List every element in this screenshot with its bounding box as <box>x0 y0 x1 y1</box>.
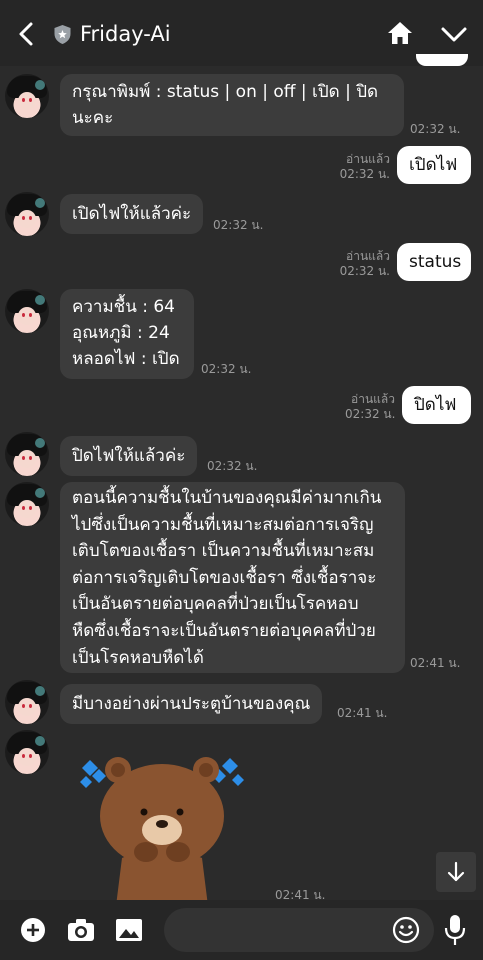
read-receipt: อ่านแล้ว 02:32 น. <box>339 152 390 181</box>
message-line: นะคะ <box>72 108 114 128</box>
outgoing-message[interactable]: ปิดไฟ <box>402 386 471 424</box>
read-receipt: อ่านแล้ว 02:32 น. <box>345 392 396 421</box>
chevron-down-icon[interactable] <box>438 20 470 48</box>
message-time: 02:32 น. <box>201 362 252 376</box>
shield-star-icon <box>54 25 71 44</box>
previous-outgoing-bubble <box>416 54 468 66</box>
bot-avatar[interactable] <box>5 680 49 724</box>
message-time: 02:32 น. <box>213 218 264 232</box>
chat-area[interactable]: กรุณาพิมพ์ : status | on | off | เปิด | … <box>0 66 483 900</box>
outgoing-message[interactable]: เปิดไฟ <box>397 146 471 184</box>
scroll-down-button[interactable] <box>436 852 476 892</box>
outgoing-message[interactable]: status <box>397 243 471 281</box>
image-icon[interactable] <box>115 918 143 942</box>
incoming-message[interactable]: ปิดไฟให้แล้วค่ะ <box>60 436 198 476</box>
arrow-down-icon <box>447 861 465 882</box>
message-time: 02:41 น. <box>275 888 326 900</box>
home-icon[interactable] <box>386 18 414 48</box>
message-line: เติบโตของเชื้อรา เป็นความชื้นที่เหมาะสม <box>72 541 375 562</box>
bot-avatar[interactable] <box>5 74 49 118</box>
message-time: 02:32 น. <box>207 459 258 473</box>
message-line: เป็นอันตรายต่อบุคคลที่ป่วยเป็นโรคหอบ <box>72 594 359 615</box>
message-time: 02:41 น. <box>410 656 461 670</box>
message-line: ไปซึ่งเป็นความชื้นที่เหมาะสมต่อการเจริญ <box>72 514 374 535</box>
bot-avatar[interactable] <box>5 289 49 333</box>
message-time: 02:41 น. <box>337 706 388 720</box>
incoming-message[interactable]: กรุณาพิมพ์ : status | on | off | เปิด | … <box>60 74 404 136</box>
message-line: กรุณาพิมพ์ : status | on | off | เปิด | … <box>72 82 379 102</box>
message-line: ตอนนี้ความชื้นในบ้านของคุณมีค่ามากเกิน <box>72 488 382 508</box>
read-receipt: อ่านแล้ว 02:32 น. <box>339 249 390 278</box>
back-arrow-icon[interactable] <box>12 18 40 50</box>
incoming-message[interactable]: มีบางอย่างผ่านประตูบ้านของคุณ <box>60 684 323 724</box>
bot-avatar[interactable] <box>5 482 49 526</box>
incoming-message[interactable]: ความชื้น : 64 อุณหภูมิ : 24 หลอดไฟ : เปิ… <box>60 289 194 379</box>
bot-avatar[interactable] <box>5 192 49 236</box>
message-line: ต่อการเจริญเติบโตของเชื้อรา ซึ่งเชื้อราจ… <box>72 567 377 588</box>
message-line: เปิดไฟให้แล้วค่ะ <box>72 204 192 224</box>
message-line: ปิดไฟให้แล้วค่ะ <box>72 446 186 466</box>
plus-icon[interactable] <box>20 917 46 943</box>
emoji-icon[interactable] <box>392 916 420 944</box>
message-line: หืดซึ่งเชื้อราจะเป็นอันตรายต่อบุคคลที่ป่… <box>72 620 376 641</box>
bot-avatar[interactable] <box>5 730 49 774</box>
chat-title: Friday-Ai <box>80 22 171 46</box>
message-line: ความชื้น : 64 <box>72 297 175 317</box>
incoming-message[interactable]: ตอนนี้ความชื้นในบ้านของคุณมีค่ามากเกิน ไ… <box>60 482 405 673</box>
bot-avatar[interactable] <box>5 432 49 476</box>
message-line: มีบางอย่างผ่านประตูบ้านของคุณ <box>72 694 311 714</box>
message-time: 02:32 น. <box>410 122 461 136</box>
chat-header: Friday-Ai <box>0 0 483 66</box>
message-line: เป็นโรคหอบหืดได้ <box>72 647 204 668</box>
message-line: อุณหภูมิ : 24 <box>72 323 170 343</box>
incoming-message[interactable]: เปิดไฟให้แล้วค่ะ <box>60 194 204 234</box>
camera-icon[interactable] <box>67 918 95 942</box>
crying-bear-sticker[interactable] <box>72 746 252 900</box>
message-line: หลอดไฟ : เปิด <box>72 349 180 369</box>
microphone-icon[interactable] <box>443 913 467 947</box>
